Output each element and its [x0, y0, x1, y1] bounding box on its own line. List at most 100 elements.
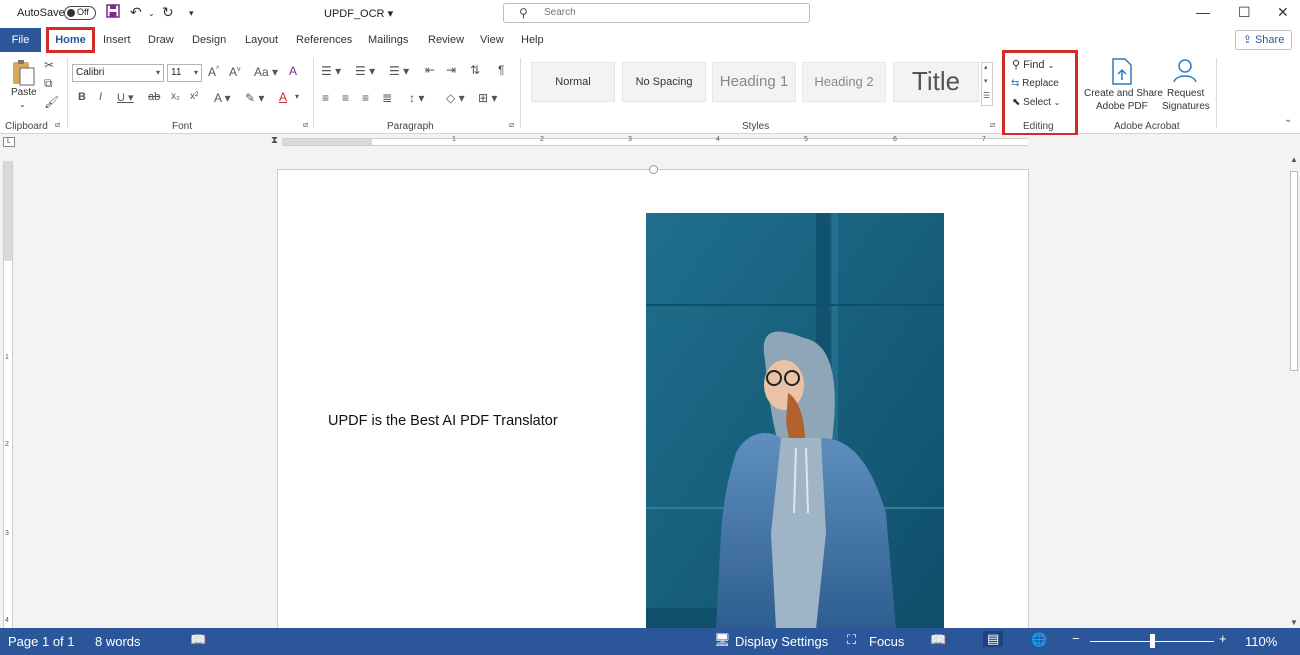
document-body-text[interactable]: UPDF is the Best AI PDF Translator: [328, 413, 558, 429]
style-no-spacing[interactable]: No Spacing: [622, 62, 706, 102]
numbering-icon[interactable]: ☰ ▾: [355, 64, 375, 78]
request-signatures-label-1[interactable]: Request: [1167, 88, 1204, 99]
shading-icon[interactable]: ◇ ▾: [446, 91, 465, 105]
print-layout-icon[interactable]: ▤: [983, 631, 1004, 647]
save-icon[interactable]: [106, 4, 120, 21]
scrollbar-thumb[interactable]: [1290, 171, 1298, 371]
create-share-label-1[interactable]: Create and Share: [1084, 88, 1163, 99]
change-case-icon[interactable]: Aa ▾: [254, 65, 278, 79]
document-image[interactable]: [646, 213, 944, 629]
show-formatting-icon[interactable]: ¶: [498, 63, 504, 77]
text-effects-icon[interactable]: A ▾: [214, 91, 231, 105]
tab-view[interactable]: View: [480, 34, 504, 46]
close-icon[interactable]: ✕: [1277, 4, 1289, 21]
italic-icon[interactable]: I: [99, 91, 102, 103]
tab-selector[interactable]: L: [3, 137, 15, 147]
chevron-down-icon[interactable]: ▾: [295, 92, 299, 101]
word-count[interactable]: 8 words: [95, 634, 141, 649]
align-right-icon[interactable]: ≡: [362, 91, 369, 105]
search-input[interactable]: [544, 7, 784, 18]
font-color-icon[interactable]: A: [279, 90, 287, 104]
style-heading-2[interactable]: Heading 2: [802, 62, 886, 102]
request-signatures-label-2[interactable]: Signatures: [1162, 101, 1210, 112]
styles-gallery-scroller[interactable]: ▴ ▾ ☰: [981, 62, 993, 106]
strikethrough-icon[interactable]: ab: [148, 91, 160, 103]
search-box[interactable]: ⚲: [503, 3, 810, 23]
shrink-font-icon[interactable]: Av: [229, 65, 241, 79]
superscript-icon[interactable]: x²: [190, 91, 198, 102]
paragraph-launcher-icon[interactable]: ⧄: [509, 120, 514, 130]
zoom-out-icon[interactable]: −: [1072, 631, 1080, 646]
format-painter-icon[interactable]: 🖌: [44, 95, 59, 109]
zoom-in-icon[interactable]: +: [1219, 631, 1227, 646]
page-count[interactable]: Page 1 of 1: [8, 634, 75, 649]
ruler-bar[interactable]: 1 2 3 4 5 6 7: [282, 136, 1028, 146]
vertical-scrollbar[interactable]: ▲ ▼: [1288, 155, 1300, 628]
focus-icon[interactable]: ⛶: [847, 632, 856, 648]
scroll-down-icon[interactable]: ▼: [1290, 618, 1298, 627]
indent-marker-icon[interactable]: ⧗: [271, 135, 278, 146]
tab-insert[interactable]: Insert: [103, 34, 131, 46]
style-heading-1[interactable]: Heading 1: [712, 62, 796, 102]
multilevel-list-icon[interactable]: ☰ ▾: [389, 64, 409, 78]
tab-file[interactable]: File: [0, 28, 41, 52]
style-normal[interactable]: Normal: [531, 62, 615, 102]
highlight-icon[interactable]: ✎ ▾: [245, 91, 264, 105]
tab-review[interactable]: Review: [428, 34, 464, 46]
focus-label[interactable]: Focus: [869, 634, 904, 649]
tab-design[interactable]: Design: [192, 34, 226, 46]
maximize-icon[interactable]: ☐: [1238, 4, 1251, 21]
copy-icon[interactable]: ⧉: [44, 76, 53, 91]
bold-icon[interactable]: B: [78, 91, 86, 103]
share-button[interactable]: ⇪ Share: [1235, 30, 1292, 50]
chevron-down-icon[interactable]: ▾: [984, 77, 988, 85]
display-settings-icon[interactable]: 🖥: [714, 632, 731, 648]
more-styles-icon[interactable]: ☰: [983, 91, 990, 100]
underline-icon[interactable]: U ▾: [117, 91, 134, 104]
subscript-icon[interactable]: x₂: [171, 91, 180, 102]
paste-dropdown-icon[interactable]: ⌄: [19, 100, 26, 109]
font-family-select[interactable]: Calibri ▾: [72, 64, 164, 82]
decrease-indent-icon[interactable]: ⇤: [425, 63, 435, 77]
justify-icon[interactable]: ≣: [382, 91, 392, 105]
line-spacing-icon[interactable]: ↕ ▾: [409, 91, 424, 105]
document-title[interactable]: UPDF_OCR ▾: [324, 7, 393, 20]
autosave-toggle[interactable]: Off: [64, 6, 96, 20]
undo-dropdown-icon[interactable]: ⌄: [148, 9, 155, 18]
undo-icon[interactable]: ↶: [130, 4, 142, 21]
sort-icon[interactable]: ⇅: [470, 63, 480, 77]
style-title[interactable]: Title: [893, 62, 979, 102]
read-mode-icon[interactable]: 📖: [930, 632, 946, 648]
create-share-label-2[interactable]: Adobe PDF: [1096, 101, 1148, 112]
borders-icon[interactable]: ⊞ ▾: [478, 91, 497, 105]
tab-references[interactable]: References: [296, 34, 352, 46]
bullets-icon[interactable]: ☰ ▾: [321, 64, 341, 78]
align-center-icon[interactable]: ≡: [342, 91, 349, 105]
increase-indent-icon[interactable]: ⇥: [446, 63, 456, 77]
font-launcher-icon[interactable]: ⧄: [303, 120, 308, 130]
redo-icon[interactable]: ↻: [162, 4, 174, 21]
minimize-icon[interactable]: —: [1196, 4, 1210, 20]
web-layout-icon[interactable]: 🌐: [1031, 632, 1047, 648]
clipboard-launcher-icon[interactable]: ⧄: [55, 120, 60, 130]
display-settings-label[interactable]: Display Settings: [735, 634, 828, 649]
create-pdf-icon[interactable]: [1110, 58, 1134, 92]
paste-label[interactable]: Paste: [11, 87, 37, 98]
rotate-handle[interactable]: [649, 165, 658, 174]
clear-formatting-icon[interactable]: A: [289, 64, 297, 78]
document-page[interactable]: UPDF is the Best AI PDF Translator: [277, 165, 1029, 639]
customize-qat-icon[interactable]: ▾: [189, 8, 194, 19]
request-signatures-icon[interactable]: [1172, 58, 1198, 92]
paste-icon[interactable]: [8, 58, 38, 88]
scroll-up-icon[interactable]: ▲: [1290, 155, 1298, 164]
collapse-ribbon-icon[interactable]: ⌄: [1284, 114, 1292, 125]
zoom-level[interactable]: 110%: [1245, 634, 1277, 649]
tab-draw[interactable]: Draw: [148, 34, 174, 46]
tab-help[interactable]: Help: [521, 34, 544, 46]
proofing-icon[interactable]: 📖: [190, 632, 206, 648]
tab-home[interactable]: Home: [46, 27, 95, 53]
tab-layout[interactable]: Layout: [245, 34, 278, 46]
align-left-icon[interactable]: ≡: [322, 91, 329, 105]
tab-mailings[interactable]: Mailings: [368, 34, 408, 46]
zoom-slider-thumb[interactable]: [1149, 634, 1155, 648]
